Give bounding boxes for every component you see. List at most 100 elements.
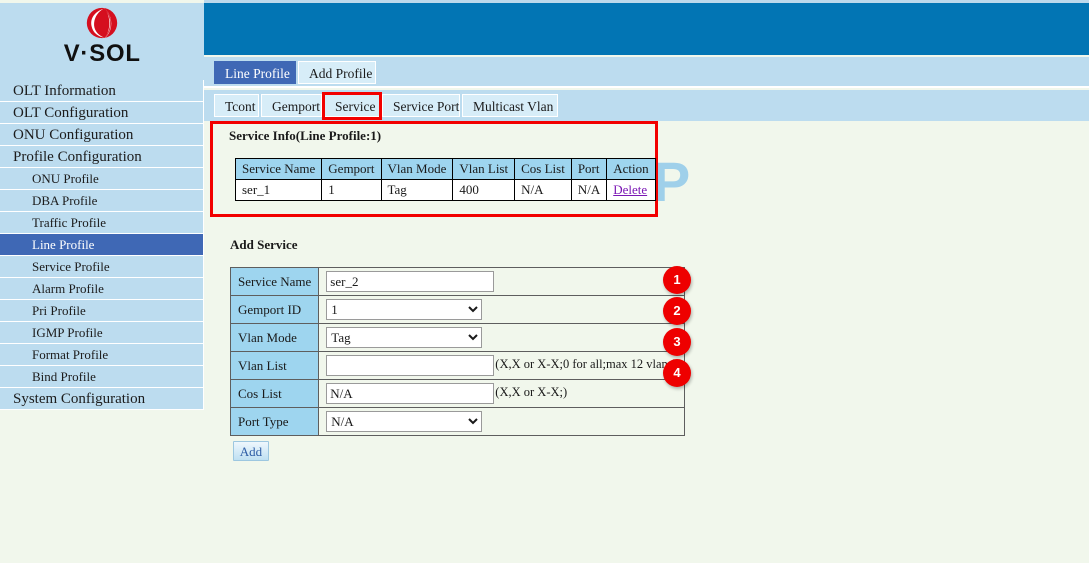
label-gemport-id: Gemport ID <box>229 295 320 324</box>
table-row: ser_1 1 Tag 400 N/A N/A Delete <box>234 179 656 201</box>
tab-line-profile[interactable]: Line Profile <box>214 61 296 84</box>
tab-multicast-vlan[interactable]: Multicast Vlan <box>462 94 558 117</box>
app-root: V·SOL OLT Information OLT Configuration … <box>0 0 1089 563</box>
sidebar-item-service-profile[interactable]: Service Profile <box>0 256 204 278</box>
form-row-cos-list: Cos List (X,X or X-X;) <box>229 379 685 408</box>
form-row-gemport-id: Gemport ID 1 <box>229 295 685 324</box>
label-service-name: Service Name <box>229 267 320 296</box>
service-info-panel: Service Info(Line Profile:1) Service Nam… <box>213 124 656 214</box>
main-area: Line Profile Add Profile Tcont Gemport S… <box>204 0 1089 563</box>
step-badge-4: 4 <box>663 359 691 387</box>
column-vlan-mode: Vlan Mode <box>380 158 454 180</box>
cell-vlan-list: 400 <box>452 179 516 201</box>
sidebar-item-label: DBA Profile <box>32 193 98 208</box>
tab-label: Add Profile <box>309 66 373 81</box>
add-service-title: Add Service <box>230 237 298 252</box>
delete-link[interactable]: Delete <box>613 182 647 197</box>
form-row-port-type: Port Type N/A <box>229 407 685 436</box>
tab-label: Service <box>335 99 376 114</box>
tab-label: Gemport <box>272 99 320 114</box>
sidebar-item-profile-configuration[interactable]: Profile Configuration <box>0 146 204 168</box>
sidebar-item-bind-profile[interactable]: Bind Profile <box>0 366 204 388</box>
sidebar-item-pri-profile[interactable]: Pri Profile <box>0 300 204 322</box>
tab-gemport[interactable]: Gemport <box>261 94 322 117</box>
field-cos-list: (X,X or X-X;) <box>318 379 685 408</box>
field-service-name <box>318 267 685 296</box>
tab-service[interactable]: Service <box>324 94 380 117</box>
field-vlan-mode: Tag <box>318 323 685 352</box>
sidebar-item-label: Traffic Profile <box>32 215 107 230</box>
label-vlan-mode: Vlan Mode <box>229 323 320 352</box>
step-badge-2: 2 <box>663 297 691 325</box>
column-vlan-list: Vlan List <box>452 158 516 180</box>
sidebar-item-label: Profile Configuration <box>13 149 142 165</box>
sidebar-item-label: Line Profile <box>32 237 95 252</box>
sidebar-item-alarm-profile[interactable]: Alarm Profile <box>0 278 204 300</box>
tab-tcont[interactable]: Tcont <box>214 94 259 117</box>
sidebar-item-line-profile[interactable]: Line Profile <box>0 234 204 256</box>
form-row-vlan-mode: Vlan Mode Tag <box>229 323 685 352</box>
sidebar-menu: OLT Information OLT Configuration ONU Co… <box>0 80 204 410</box>
vlan-list-hint: (X,X or X-X;0 for all;max 12 vlans) <box>495 357 677 372</box>
step-badge-1: 1 <box>663 266 691 294</box>
gemport-id-select[interactable]: 1 <box>326 299 483 320</box>
port-type-select[interactable]: N/A <box>326 411 483 432</box>
add-button[interactable]: Add <box>233 441 269 461</box>
sidebar-item-traffic-profile[interactable]: Traffic Profile <box>0 212 204 234</box>
form-row-service-name: Service Name <box>229 267 685 296</box>
service-info-title: Service Info(Line Profile:1) <box>229 128 382 143</box>
cos-list-input[interactable] <box>326 383 495 404</box>
brand-logo-container: V·SOL <box>0 3 204 80</box>
sidebar: V·SOL OLT Information OLT Configuration … <box>0 0 204 563</box>
secondary-tab-bar: Tcont Gemport Service Service Port Multi… <box>204 90 1089 121</box>
sidebar-item-label: Alarm Profile <box>32 281 104 296</box>
cell-action: Delete <box>606 179 656 201</box>
column-service-name: Service Name <box>234 158 323 180</box>
sidebar-item-label: OLT Configuration <box>13 105 129 121</box>
tab-label: Tcont <box>225 99 256 114</box>
cell-service-name: ser_1 <box>234 179 323 201</box>
label-cos-list: Cos List <box>229 379 320 408</box>
sidebar-item-onu-configuration[interactable]: ONU Configuration <box>0 124 204 146</box>
service-name-input[interactable] <box>326 271 495 292</box>
header-banner <box>204 3 1089 55</box>
sidebar-item-olt-information[interactable]: OLT Information <box>0 80 204 102</box>
vlan-list-input[interactable] <box>326 355 495 376</box>
tab-label: Line Profile <box>225 66 290 81</box>
label-port-type: Port Type <box>229 407 320 436</box>
vsol-sphere-logo-icon <box>86 7 118 39</box>
sidebar-item-label: Service Profile <box>32 259 110 274</box>
table-header-row: Service Name Gemport Vlan Mode Vlan List… <box>234 158 656 180</box>
sidebar-item-igmp-profile[interactable]: IGMP Profile <box>0 322 204 344</box>
cell-cos-list: N/A <box>514 179 572 201</box>
sidebar-item-dba-profile[interactable]: DBA Profile <box>0 190 204 212</box>
field-gemport-id: 1 <box>318 295 685 324</box>
column-action: Action <box>606 158 656 180</box>
brand-wordmark-icon: V·SOL <box>63 40 140 67</box>
sidebar-item-label: OLT Information <box>13 83 116 99</box>
tab-label: Multicast Vlan <box>473 99 554 114</box>
sidebar-item-onu-profile[interactable]: ONU Profile <box>0 168 204 190</box>
vlan-mode-select[interactable]: Tag <box>326 327 483 348</box>
sidebar-item-label: Format Profile <box>32 347 109 362</box>
svg-text:V·SOL: V·SOL <box>63 40 140 67</box>
tab-service-port[interactable]: Service Port <box>382 94 460 117</box>
sidebar-item-label: Pri Profile <box>32 303 86 318</box>
label-vlan-list: Vlan List <box>229 351 320 380</box>
sidebar-item-label: Bind Profile <box>32 369 96 384</box>
column-cos-list: Cos List <box>514 158 572 180</box>
cell-gemport: 1 <box>321 179 382 201</box>
tab-add-profile[interactable]: Add Profile <box>298 61 376 84</box>
sidebar-item-label: IGMP Profile <box>32 325 103 340</box>
primary-tab-bar: Line Profile Add Profile <box>204 57 1089 88</box>
sidebar-item-olt-configuration[interactable]: OLT Configuration <box>0 102 204 124</box>
tab-label: Service Port <box>393 99 460 114</box>
sidebar-item-system-configuration[interactable]: System Configuration <box>0 388 204 410</box>
sidebar-item-label: ONU Profile <box>32 171 99 186</box>
add-service-form: Service Name Gemport ID 1 Vlan Mode <box>229 267 685 436</box>
sidebar-item-format-profile[interactable]: Format Profile <box>0 344 204 366</box>
cell-port: N/A <box>570 179 608 201</box>
step-badge-3: 3 <box>663 328 691 356</box>
column-gemport: Gemport <box>321 158 382 180</box>
cell-vlan-mode: Tag <box>380 179 454 201</box>
